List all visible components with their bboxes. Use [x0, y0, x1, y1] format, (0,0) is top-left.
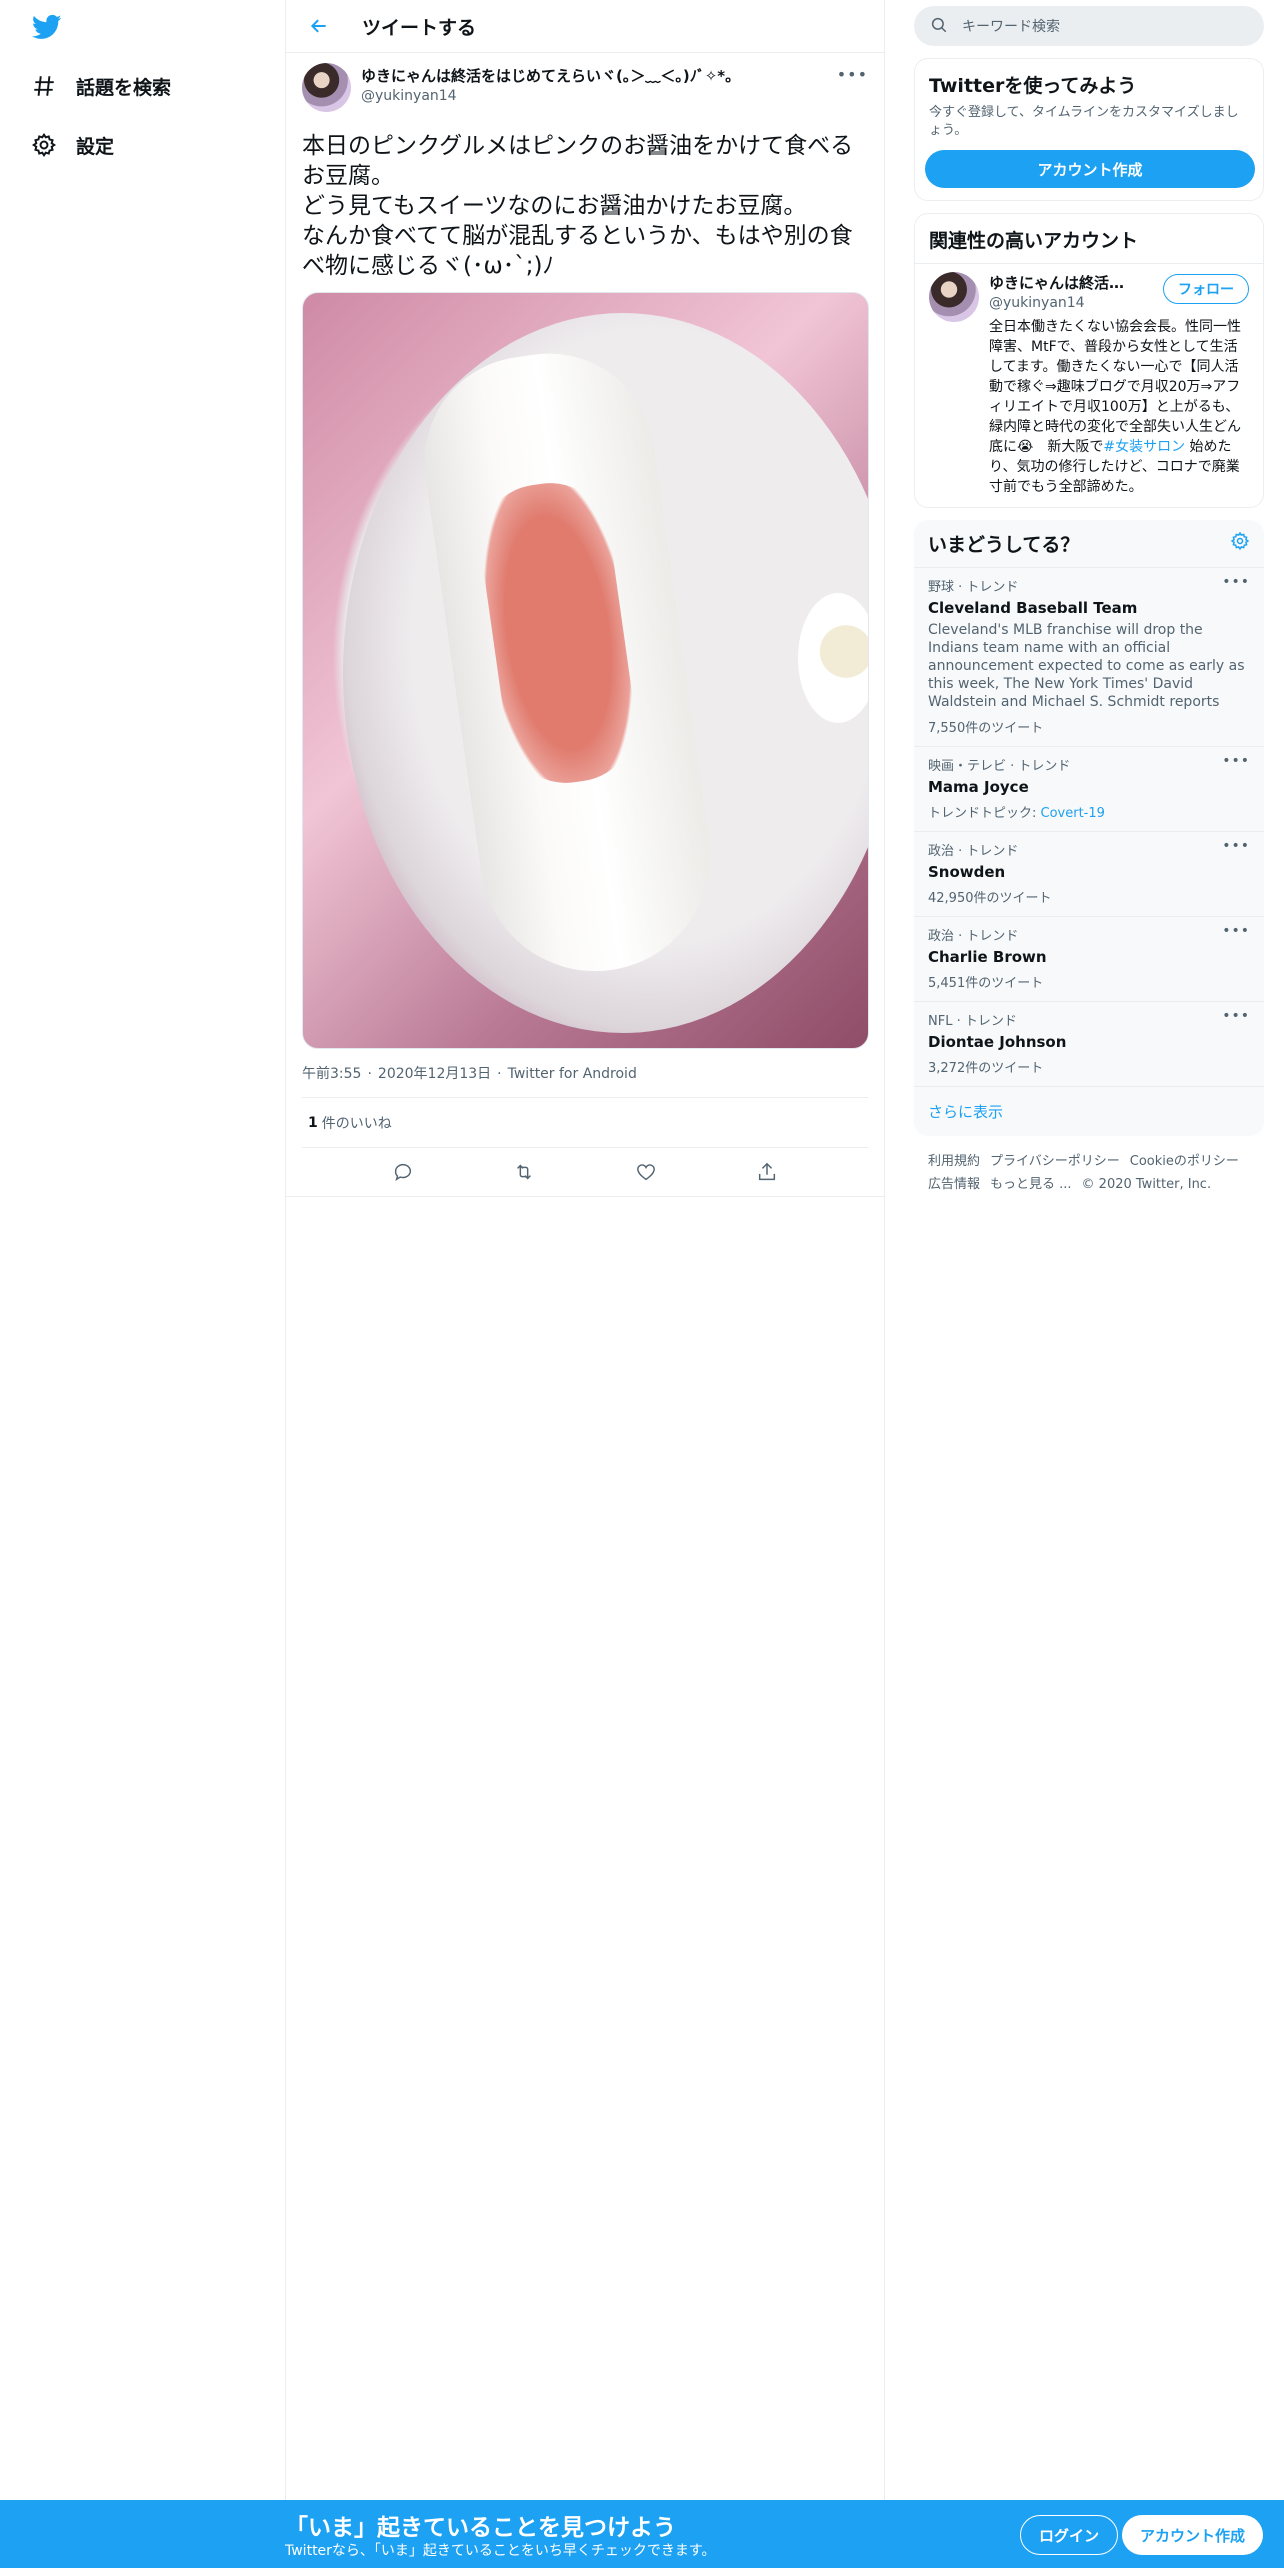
- egg-shape: [798, 593, 868, 723]
- share-icon[interactable]: [749, 1154, 785, 1190]
- trend-name: Diontae Johnson: [928, 1033, 1067, 1051]
- bio-hashtag-link[interactable]: #女装サロン: [1103, 439, 1185, 455]
- signup-card-text: 今すぐ登録して、タイムラインをカスタマイズしましょう。: [929, 105, 1239, 138]
- back-arrow-icon[interactable]: [304, 11, 334, 41]
- footer-link-more[interactable]: もっと見る ...: [990, 1177, 1072, 1192]
- trend-description: Cleveland's MLB franchise will drop the …: [928, 622, 1245, 710]
- tweet-author: ゆきにゃんは終活をはじめてえらいヾ(｡＞﹏＜｡)ﾉﾞ✧*。 @yukinyan1…: [302, 63, 868, 113]
- signup-card-title: Twitterを使ってみよう: [929, 75, 1137, 97]
- trend-item[interactable]: 映画・テレビ · トレンド Mama Joyce トレンドトピック: Cover…: [914, 747, 1264, 832]
- display-name[interactable]: ゆきにゃんは終活をはじめてえらいヾ(｡＞﹏＜｡)ﾉﾞ✧*。: [361, 65, 740, 86]
- tweet-text: 本日のピンクグルメはピンクのお醤油をかけて食べるお豆腐。 どう見てもスイーツなの…: [302, 133, 854, 279]
- trend-category: NFL · トレンド: [928, 1014, 1017, 1029]
- create-account-button[interactable]: アカウント作成: [925, 150, 1255, 188]
- footer: 利用規約 プライバシーポリシー Cookieのポリシー 広告情報 もっと見る ... ©…: [914, 1136, 1264, 1210]
- trend-name: Snowden: [928, 863, 1006, 881]
- trend-topic: トレンドトピック: Covert-19: [928, 802, 1250, 821]
- like-heart-icon[interactable]: [628, 1154, 664, 1190]
- trend-category: 映画・テレビ · トレンド: [928, 759, 1071, 774]
- show-more-link[interactable]: さらに表示: [914, 1087, 1264, 1136]
- avatar[interactable]: [302, 63, 351, 112]
- footer-link-privacy[interactable]: プライバシーポリシー: [990, 1154, 1120, 1169]
- more-options-icon[interactable]: •••: [837, 65, 868, 84]
- search-input[interactable]: キーワード検索: [962, 16, 1060, 36]
- footer-link-cookies[interactable]: Cookieのポリシー: [1130, 1154, 1239, 1169]
- bottom-bar-title: 「いま」起きていることを見つけよう: [285, 2515, 676, 2541]
- main-column: ツイートする ゆきにゃんは終活をはじめてえらいヾ(｡＞﹏＜｡)ﾉﾞ✧*。 @yu…: [285, 0, 885, 2500]
- avatar[interactable]: [929, 272, 979, 322]
- trend-topic-link[interactable]: Covert-19: [1041, 806, 1105, 821]
- tweet-source[interactable]: Twitter for Android: [508, 1066, 637, 1082]
- trends-title: いまどうしてる？: [928, 534, 1080, 556]
- trend-name: Mama Joyce: [928, 778, 1029, 796]
- login-button[interactable]: ログイン: [1020, 2515, 1119, 2555]
- hashtag-icon: [30, 72, 58, 100]
- divider: [286, 1196, 884, 1197]
- bio-text: 全日本働きたくない協会会長。性同一性障害、MtFで、普段から女性として生活してま…: [989, 319, 1241, 455]
- likes-label: 件のいいね: [321, 1115, 392, 1132]
- search-box[interactable]: キーワード検索: [914, 6, 1264, 46]
- tweet-actions: [302, 1148, 868, 1196]
- signup-button[interactable]: アカウント作成: [1122, 2515, 1264, 2555]
- tweet-photo[interactable]: [302, 292, 869, 1049]
- footer-link-terms[interactable]: 利用規約: [928, 1154, 980, 1169]
- trend-count: 42,950件のツイート: [928, 891, 1052, 906]
- trend-item[interactable]: NFL · トレンド Diontae Johnson 3,272件のツイート •…: [914, 1002, 1264, 1087]
- trend-more-icon[interactable]: •••: [1222, 1008, 1250, 1024]
- trend-item[interactable]: 野球 · トレンド Cleveland Baseball Team Clevel…: [914, 568, 1264, 747]
- nav-settings-label: 設定: [76, 135, 115, 158]
- footer-link-ads[interactable]: 広告情報: [928, 1177, 980, 1192]
- twitter-logo-icon[interactable]: [30, 12, 64, 42]
- gear-icon: [30, 131, 58, 159]
- settings-gear-icon[interactable]: [1230, 531, 1250, 556]
- follow-button[interactable]: フォロー: [1163, 274, 1249, 304]
- trend-category: 野球 · トレンド: [928, 580, 1019, 595]
- tweet-date[interactable]: 2020年12月13日: [378, 1066, 491, 1082]
- trend-count: 3,272件のツイート: [928, 1061, 1044, 1076]
- bottom-signup-bar: 「いま」起きていることを見つけよう Twitterなら、「いま」起きていることを…: [0, 2500, 1284, 2568]
- signup-card: Twitterを使ってみよう 今すぐ登録して、タイムラインをカスタマイズしましょ…: [914, 58, 1264, 201]
- related-accounts-card: 関連性の高いアカウント ゆきにゃんは終活を... @yukinyan14 全日本…: [914, 213, 1264, 508]
- left-nav: 話題を検索 設定: [0, 0, 285, 2568]
- reply-icon[interactable]: [385, 1154, 421, 1190]
- likes-count: 1: [308, 1114, 318, 1131]
- trends-header: いまどうしてる？: [914, 520, 1264, 568]
- bottom-bar-subtitle: Twitterなら、「いま」起きていることをいち早くチェックできます。: [285, 2543, 716, 2559]
- trend-count: 7,550件のツイート: [928, 721, 1044, 736]
- trend-item[interactable]: 政治 · トレンド Charlie Brown 5,451件のツイート •••: [914, 917, 1264, 1002]
- right-column: キーワード検索 Twitterを使ってみよう 今すぐ登録して、タイムラインをカス…: [914, 0, 1264, 1210]
- nav-explore-label: 話題を検索: [76, 76, 172, 99]
- nav-settings[interactable]: 設定: [30, 125, 114, 165]
- main-header: ツイートする: [286, 0, 884, 53]
- trend-category: 政治 · トレンド: [928, 844, 1019, 859]
- retweet-icon[interactable]: [506, 1154, 542, 1190]
- likes-row[interactable]: 1 件のいいね: [302, 1098, 868, 1148]
- trend-name: Charlie Brown: [928, 948, 1047, 966]
- related-title: 関連性の高いアカウント: [915, 214, 1263, 264]
- search-icon: [930, 16, 950, 36]
- trend-more-icon[interactable]: •••: [1222, 753, 1250, 769]
- trend-more-icon[interactable]: •••: [1222, 574, 1250, 590]
- nav-explore[interactable]: 話題を検索: [30, 66, 171, 106]
- trend-more-icon[interactable]: •••: [1222, 838, 1250, 854]
- trend-category: 政治 · トレンド: [928, 929, 1019, 944]
- trends-card: いまどうしてる？ 野球 · トレンド Cleveland Baseball Te…: [914, 520, 1264, 1136]
- trend-topic-label: トレンドトピック:: [928, 806, 1041, 821]
- trend-name: Cleveland Baseball Team: [928, 599, 1138, 617]
- user-handle[interactable]: @yukinyan14: [361, 88, 740, 104]
- tweet-meta: 午前3:55 · 2020年12月13日 · Twitter for Android: [302, 1063, 868, 1098]
- page-title: ツイートする: [362, 16, 477, 39]
- tweet: ゆきにゃんは終活をはじめてえらいヾ(｡＞﹏＜｡)ﾉﾞ✧*。 @yukinyan1…: [286, 53, 884, 1197]
- tweet-time[interactable]: 午前3:55: [302, 1066, 361, 1082]
- trend-item[interactable]: 政治 · トレンド Snowden 42,950件のツイート •••: [914, 832, 1264, 917]
- trend-count: 5,451件のツイート: [928, 976, 1044, 991]
- related-bio: 全日本働きたくない協会会長。性同一性障害、MtFで、普段から女性として生活してま…: [989, 317, 1249, 497]
- trend-more-icon[interactable]: •••: [1222, 923, 1250, 939]
- footer-copyright: © 2020 Twitter, Inc.: [1081, 1177, 1212, 1192]
- related-display-name[interactable]: ゆきにゃんは終活を...: [989, 272, 1137, 293]
- related-account[interactable]: ゆきにゃんは終活を... @yukinyan14 全日本働きたくない協会会長。性…: [915, 264, 1263, 507]
